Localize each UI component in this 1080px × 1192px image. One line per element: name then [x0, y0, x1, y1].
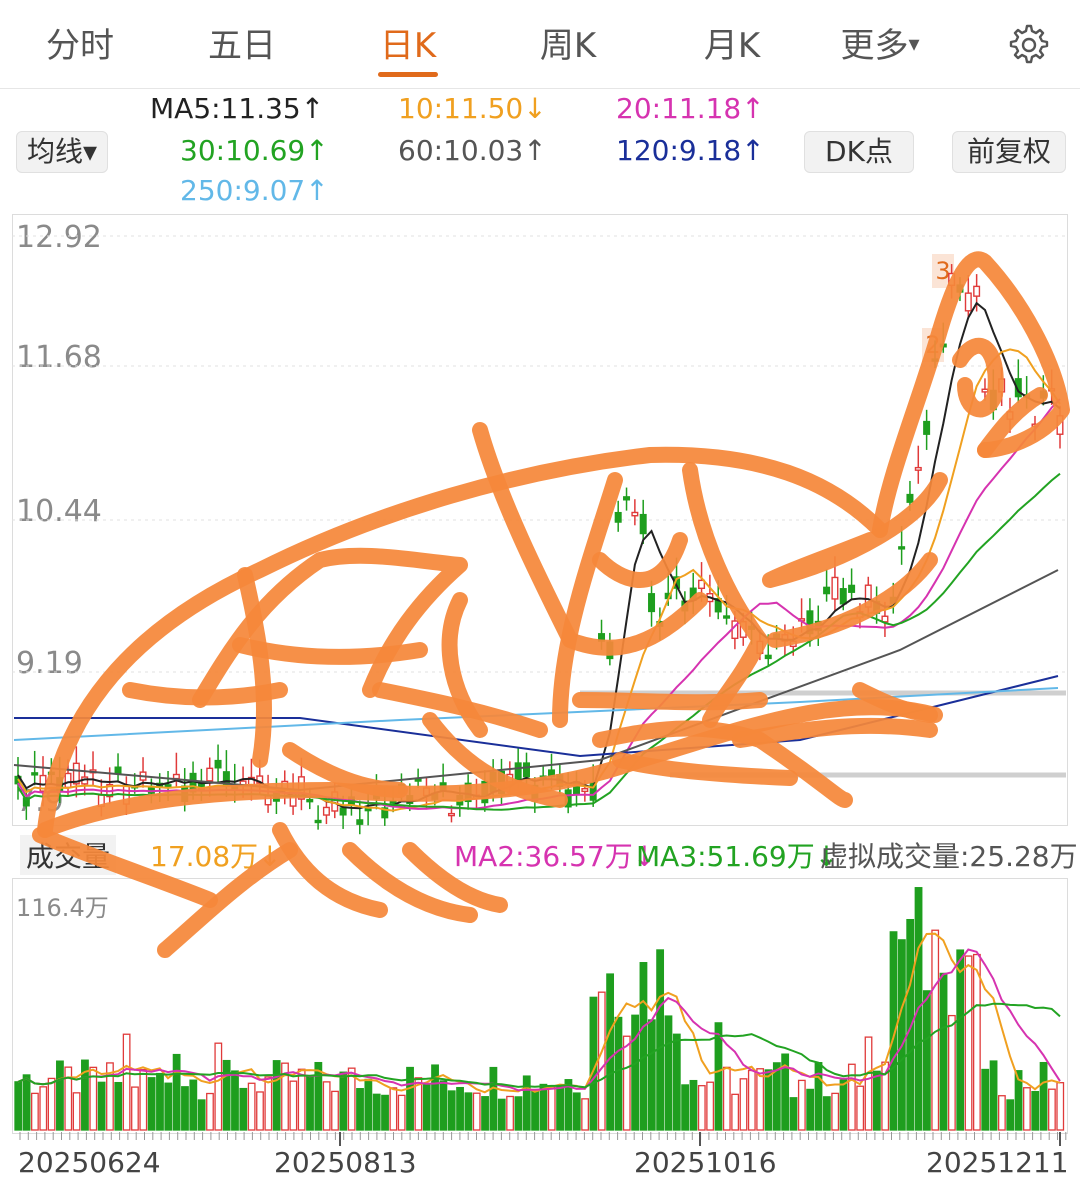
tab-five-day[interactable]: 五日 — [172, 18, 312, 67]
price-axis-label: 9.19 — [16, 646, 83, 681]
volume-ma1-value: 17.08万↓ — [150, 840, 282, 873]
dk-marker[interactable]: 2 — [922, 328, 944, 362]
date-label: 20251016 — [634, 1146, 777, 1179]
kline-chart[interactable] — [12, 214, 1068, 826]
virtual-volume-value: 虚拟成交量:25.28万 — [820, 840, 1078, 873]
ma60-value: 60:10.03↑ — [398, 134, 547, 167]
tab-more[interactable]: 更多▾ — [820, 18, 940, 67]
date-label: 20250624 — [18, 1146, 161, 1179]
date-label: 20251211 — [926, 1146, 1069, 1179]
chevron-down-icon: ▾ — [908, 32, 920, 57]
tab-weekly-k[interactable]: 周K — [498, 18, 638, 67]
ma120-value: 120:9.18↑ — [616, 134, 765, 167]
dk-point-button[interactable]: DK点 — [804, 131, 914, 173]
ma30-value: 30:10.69↑ — [180, 134, 329, 167]
volume-chart[interactable] — [12, 878, 1068, 1134]
volume-axis-max: 116.4万 — [16, 894, 109, 922]
ma5-value: MA5:11.35↑ — [150, 92, 325, 125]
tab-intraday[interactable]: 分时 — [10, 18, 150, 67]
volume-ma3-value: MA3:51.69万↓ — [636, 840, 839, 873]
active-tab-indicator — [378, 72, 438, 77]
price-axis-label-top: 12.92 — [16, 220, 102, 255]
ma-select-button[interactable]: 均线▾ — [16, 131, 108, 173]
price-axis-label: 10.44 — [16, 494, 102, 529]
dk-marker[interactable]: 3 — [932, 254, 954, 288]
adjust-mode-button[interactable]: 前复权 — [952, 131, 1066, 173]
tab-more-label: 更多 — [840, 26, 909, 66]
ma10-value: 10:11.50↓ — [398, 92, 547, 125]
price-axis-label-bottom: 7.9 — [16, 784, 64, 819]
tab-daily-k[interactable]: 日K — [338, 18, 478, 67]
ma20-value: 20:11.18↑ — [616, 92, 765, 125]
volume-indicator-select[interactable]: 成交量 — [20, 835, 117, 875]
date-label: 20250813 — [274, 1146, 417, 1179]
period-tab-bar: 分时 五日 日K 周K 月K 更多▾ — [0, 0, 1080, 89]
ma250-value: 250:9.07↑ — [180, 174, 329, 207]
price-axis-label: 11.68 — [16, 340, 102, 375]
gear-icon[interactable] — [1004, 22, 1050, 68]
tab-monthly-k[interactable]: 月K — [662, 18, 802, 67]
volume-ma2-value: MA2:36.57万↓ — [454, 840, 657, 873]
